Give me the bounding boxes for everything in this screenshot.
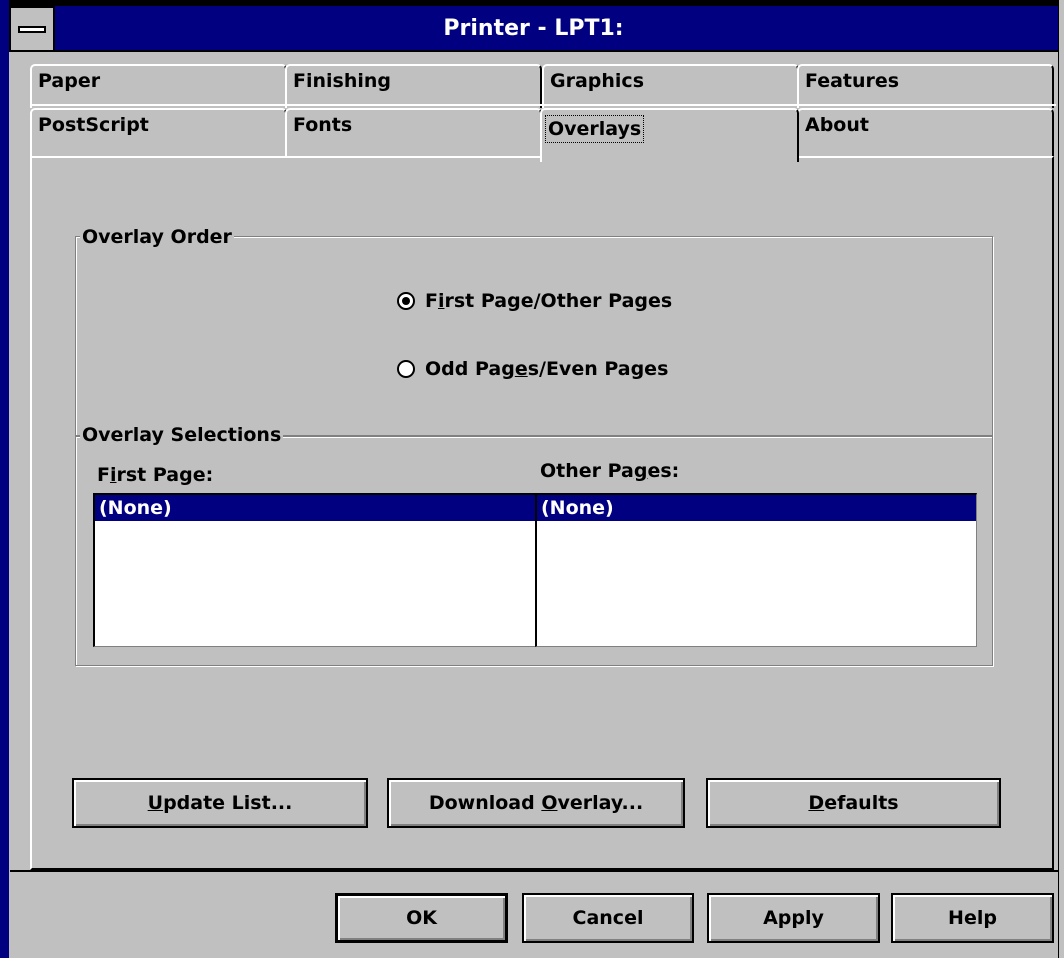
radio-first-other-pages[interactable]: First Page/Other Pages	[397, 290, 672, 312]
radio-button-checked[interactable]	[397, 292, 415, 310]
button-label: Apply	[763, 907, 824, 929]
tab-label: Fonts	[293, 114, 353, 136]
button-label: Defaults	[808, 792, 899, 814]
tab-label: Paper	[38, 70, 101, 92]
apply-button[interactable]: Apply	[707, 893, 880, 943]
cancel-button[interactable]: Cancel	[522, 893, 694, 943]
window-frame-right	[1058, 0, 1064, 958]
tab-features[interactable]: Features	[797, 64, 1054, 108]
first-page-listbox[interactable]: (None)	[93, 493, 536, 647]
tab-about[interactable]: About	[797, 108, 1054, 158]
help-button[interactable]: Help	[891, 893, 1054, 943]
tab-label: About	[805, 114, 869, 136]
other-pages-listbox[interactable]: (None)	[535, 493, 977, 647]
overlay-selections-title: Overlay Selections	[80, 424, 284, 446]
button-label: OK	[406, 907, 437, 929]
button-label: Help	[948, 907, 997, 929]
ok-button[interactable]: OK	[335, 893, 508, 943]
tab-row-separator	[30, 104, 1056, 106]
tab-paper[interactable]: Paper	[30, 64, 287, 108]
radio-odd-even-pages[interactable]: Odd Pages/Even Pages	[397, 358, 668, 380]
tab-label: Overlays	[544, 115, 645, 143]
title-bar[interactable]: Printer - LPT1:	[9, 6, 1058, 52]
tab-label: Finishing	[293, 70, 392, 92]
download-overlay-button[interactable]: Download Overlay...	[387, 778, 685, 828]
tab-graphics[interactable]: Graphics	[542, 64, 799, 108]
tab-label: Graphics	[550, 70, 644, 92]
defaults-button[interactable]: Defaults	[706, 778, 1001, 828]
overlay-order-title: Overlay Order	[80, 226, 234, 248]
radio-label: Odd Pages/Even Pages	[425, 358, 669, 380]
list-item[interactable]: (None)	[537, 495, 976, 521]
tab-overlays[interactable]: Overlays	[540, 108, 799, 162]
list-item[interactable]: (None)	[95, 495, 535, 521]
window-frame-left	[0, 0, 9, 958]
system-menu-icon[interactable]	[9, 6, 55, 52]
tab-fonts[interactable]: Fonts	[285, 108, 542, 158]
radio-button[interactable]	[397, 360, 415, 378]
button-label: Cancel	[572, 907, 644, 929]
button-label: Download Overlay...	[428, 792, 644, 814]
update-list-button[interactable]: Update List...	[72, 778, 368, 828]
window-title: Printer - LPT1:	[443, 15, 624, 41]
tab-finishing[interactable]: Finishing	[285, 64, 542, 108]
tab-label: Features	[805, 70, 900, 92]
first-page-label: First Page:	[97, 464, 214, 486]
overlay-order-group	[75, 236, 993, 436]
radio-label: First Page/Other Pages	[425, 290, 673, 312]
panel-bottom-separator	[10, 870, 1058, 872]
tab-label: PostScript	[38, 114, 149, 136]
tab-postscript[interactable]: PostScript	[30, 108, 287, 158]
button-label: Update List...	[147, 792, 293, 814]
other-pages-label: Other Pages:	[540, 460, 680, 482]
